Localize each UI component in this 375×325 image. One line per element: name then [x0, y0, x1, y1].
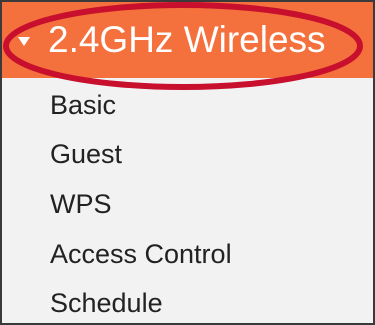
menu-item-schedule[interactable]: Schedule	[50, 287, 163, 319]
menu-item-basic[interactable]: Basic	[50, 89, 116, 121]
wireless-menu-panel: 2.4GHz Wireless Basic Guest WPS Access C…	[0, 0, 375, 325]
section-title: 2.4GHz Wireless	[48, 19, 326, 60]
menu-item-access-control[interactable]: Access Control	[50, 238, 232, 270]
menu-item-wps[interactable]: WPS	[50, 188, 112, 220]
section-header-2-4ghz-wireless[interactable]: 2.4GHz Wireless	[2, 2, 373, 78]
triangle-down-icon	[18, 37, 30, 46]
menu-item-guest[interactable]: Guest	[50, 138, 122, 170]
